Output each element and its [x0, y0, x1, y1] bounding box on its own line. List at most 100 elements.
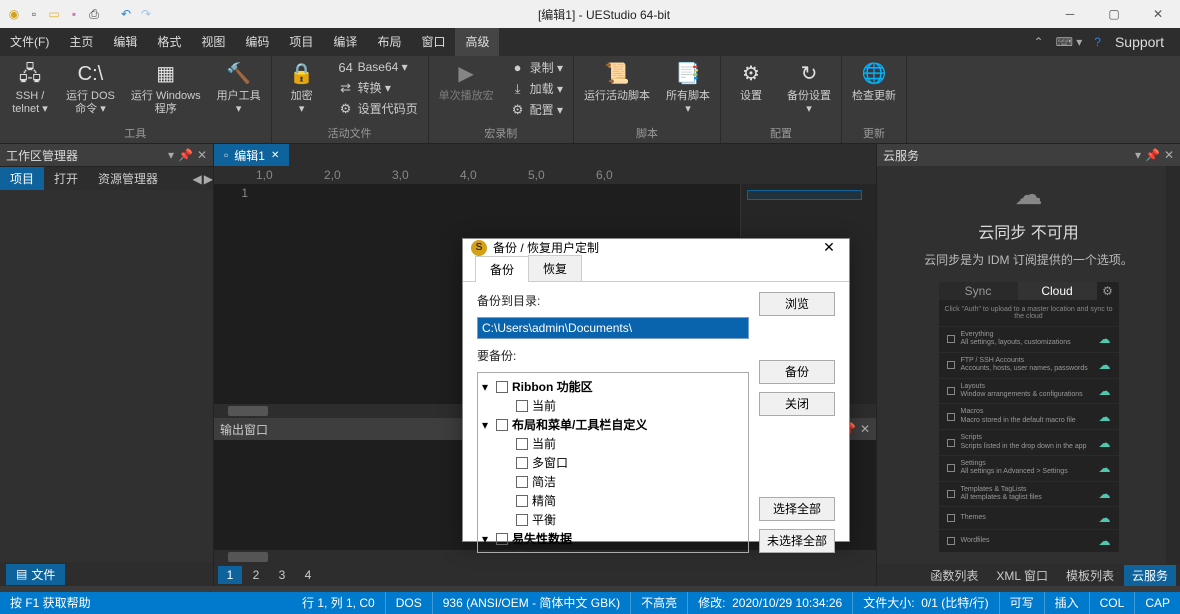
right-tab-3[interactable]: 云服务 — [1124, 565, 1176, 586]
checkbox-icon[interactable] — [496, 419, 508, 431]
panel-pin-icon[interactable]: 📌 — [1145, 148, 1160, 162]
panel-close-icon[interactable]: ✕ — [197, 148, 207, 162]
menu-6[interactable]: 项目 — [279, 28, 323, 56]
run-windows-button[interactable]: ▦运行 Windows 程序 — [127, 58, 205, 118]
record-button[interactable]: ●录制 ▾ — [506, 58, 567, 77]
status-col[interactable]: COL — [1090, 592, 1136, 614]
cloud-item-3[interactable]: MacrosMacro stored in the default macro … — [939, 403, 1119, 429]
panel-close-icon[interactable]: ✕ — [860, 422, 870, 436]
menu-7[interactable]: 编译 — [323, 28, 367, 56]
editor-tab[interactable]: ▫ 编辑1 ✕ — [214, 144, 289, 166]
output-tab-1[interactable]: 1 — [218, 566, 242, 584]
workspace-tab-2[interactable]: 资源管理器 — [88, 167, 168, 191]
set-codepage-button[interactable]: ⚙设置代码页 — [334, 99, 422, 118]
checkbox-icon[interactable] — [947, 490, 955, 498]
dialog-tab-restore[interactable]: 恢复 — [528, 255, 582, 281]
tree-expand-icon[interactable]: ▾ — [482, 532, 492, 546]
tree-node[interactable]: 平衡 — [482, 510, 744, 529]
status-insert[interactable]: 插入 — [1045, 592, 1090, 614]
panel-menu-icon[interactable]: ▾ — [1135, 148, 1141, 162]
status-encoding[interactable]: 936 (ANSI/OEM - 简体中文 GBK) — [433, 592, 631, 614]
checkbox-icon[interactable] — [516, 476, 528, 488]
new-file-icon[interactable]: ▫ — [26, 6, 42, 22]
all-scripts-button[interactable]: 📑所有脚本 ▾ — [662, 58, 714, 118]
right-tab-2[interactable]: 模板列表 — [1058, 565, 1122, 586]
browse-button[interactable]: 浏览 — [759, 292, 835, 316]
cloud-item-5[interactable]: SettingsAll settings in Advanced > Setti… — [939, 455, 1119, 481]
menu-3[interactable]: 格式 — [147, 28, 191, 56]
close-dialog-button[interactable]: 关闭 — [759, 392, 835, 416]
user-tools-button[interactable]: 🔨用户工具 ▾ — [213, 58, 265, 118]
close-button[interactable]: ✕ — [1136, 0, 1180, 28]
undo-icon[interactable]: ↶ — [118, 6, 134, 22]
ssh-telnet-button[interactable]: 🖧SSH / telnet ▾ — [6, 58, 54, 118]
status-cap[interactable]: CAP — [1135, 592, 1180, 614]
workspace-tab-1[interactable]: 打开 — [44, 167, 88, 191]
tree-node[interactable]: 精简 — [482, 491, 744, 510]
checkbox-icon[interactable] — [947, 387, 955, 395]
checkbox-icon[interactable] — [947, 439, 955, 447]
run-active-script-button[interactable]: 📜运行活动脚本 — [580, 58, 654, 105]
menu-8[interactable]: 布局 — [367, 28, 411, 56]
backup-dir-input[interactable] — [477, 317, 749, 339]
output-tab-3[interactable]: 3 — [270, 566, 294, 584]
select-all-button[interactable]: 选择全部 — [759, 497, 835, 521]
checkbox-icon[interactable] — [516, 495, 528, 507]
configure-macro-button[interactable]: ⚙配置 ▾ — [506, 100, 567, 119]
panel-menu-icon[interactable]: ▾ — [168, 148, 174, 162]
output-tab-2[interactable]: 2 — [244, 566, 268, 584]
help-icon[interactable]: ? — [1094, 35, 1101, 49]
status-readwrite[interactable]: 可写 — [1000, 592, 1045, 614]
collapse-ribbon-icon[interactable]: ⌃ — [1034, 35, 1044, 49]
checkbox-icon[interactable] — [947, 514, 955, 522]
keyboard-icon[interactable]: ⌨ ▾ — [1056, 35, 1083, 49]
checkbox-icon[interactable] — [516, 400, 528, 412]
status-highlight[interactable]: 不高亮 — [631, 592, 688, 614]
checkbox-icon[interactable] — [496, 533, 508, 545]
check-update-button[interactable]: 🌐检查更新 — [848, 58, 900, 105]
minimize-button[interactable]: ─ — [1048, 0, 1092, 28]
checkbox-icon[interactable] — [516, 438, 528, 450]
cloud-item-4[interactable]: ScriptsScripts listed in the drop down i… — [939, 429, 1119, 455]
menu-10[interactable]: 高级 — [455, 28, 499, 56]
output-tab-4[interactable]: 4 — [296, 566, 320, 584]
checkbox-icon[interactable] — [496, 381, 508, 393]
checkbox-icon[interactable] — [947, 537, 955, 545]
checkbox-icon[interactable] — [947, 361, 955, 369]
tab-prev-icon[interactable]: ◀ — [193, 172, 202, 186]
support-link[interactable]: Support — [1107, 34, 1172, 50]
tree-node[interactable]: 当前 — [482, 396, 744, 415]
tab-next-icon[interactable]: ▶ — [204, 172, 213, 186]
base64-button[interactable]: 64Base64 ▾ — [334, 58, 422, 76]
cloud-cloud-tab[interactable]: Cloud — [1018, 282, 1097, 300]
dialog-tab-backup[interactable]: 备份 — [475, 256, 529, 282]
right-tab-0[interactable]: 函数列表 — [922, 565, 986, 586]
cloud-item-8[interactable]: Wordfiles☁ — [939, 529, 1119, 552]
tree-expand-icon[interactable]: ▾ — [482, 380, 492, 394]
encrypt-button[interactable]: 🔒加密 ▾ — [278, 58, 326, 118]
checkbox-icon[interactable] — [516, 457, 528, 469]
tree-node[interactable]: 简洁 — [482, 472, 744, 491]
cloud-item-0[interactable]: EverythingAll settings, layouts, customi… — [939, 326, 1119, 352]
cloud-item-2[interactable]: LayoutsWindow arrangements & configurati… — [939, 378, 1119, 404]
settings-button[interactable]: ⚙设置 — [727, 58, 775, 105]
menu-2[interactable]: 编辑 — [103, 28, 147, 56]
files-tab[interactable]: ▤ 文件 — [6, 564, 65, 585]
backup-button[interactable]: 备份 — [759, 360, 835, 384]
menu-4[interactable]: 视图 — [191, 28, 235, 56]
gear-icon[interactable]: ⚙ — [1097, 282, 1119, 300]
right-tab-1[interactable]: XML 窗口 — [988, 565, 1056, 586]
cloud-sync-tab[interactable]: Sync — [939, 282, 1018, 300]
save-icon[interactable]: ▪ — [66, 6, 82, 22]
backup-settings-button[interactable]: ↻备份设置 ▾ — [783, 58, 835, 118]
checkbox-icon[interactable] — [516, 514, 528, 526]
open-folder-icon[interactable]: ▭ — [46, 6, 62, 22]
right-scrollbar[interactable] — [1166, 166, 1180, 564]
cloud-item-7[interactable]: Themes☁ — [939, 506, 1119, 529]
menu-5[interactable]: 编码 — [235, 28, 279, 56]
convert-button[interactable]: ⇄转换 ▾ — [334, 78, 422, 97]
workspace-tab-0[interactable]: 项目 — [0, 167, 44, 191]
checkbox-icon[interactable] — [947, 413, 955, 421]
print-icon[interactable]: ⎙ — [86, 6, 102, 22]
tree-expand-icon[interactable]: ▾ — [482, 418, 492, 432]
